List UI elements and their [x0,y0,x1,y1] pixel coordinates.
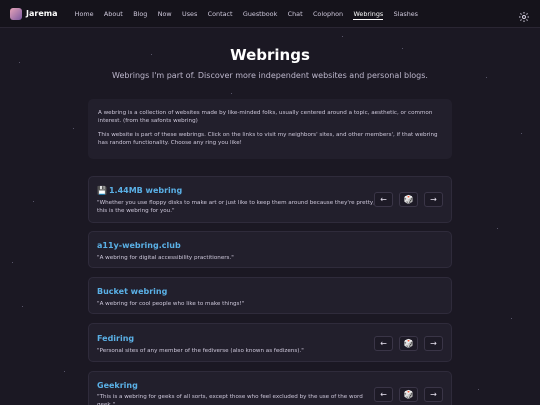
intro-paragraph-2: This website is part of these webrings. … [98,132,438,146]
nav-link-blog[interactable]: Blog [128,0,153,28]
previous-site-button[interactable]: ← [374,192,393,207]
webring-controls: ← 🎲 → [374,336,443,351]
random-site-button[interactable]: 🎲 [399,192,418,207]
nav-link-now[interactable]: Now [153,0,177,28]
nav-link-slashes[interactable]: Slashes [388,0,423,28]
nav-link-contact[interactable]: Contact [202,0,237,28]
nav-link-chat[interactable]: Chat [282,0,307,28]
page-title: Webrings [230,46,310,64]
nav-link-guestbook[interactable]: Guestbook [238,0,283,28]
webring-card: Bucket webring "A webring for cool peopl… [88,277,452,314]
webring-link[interactable]: Fediring [97,334,134,343]
previous-site-button[interactable]: ← [374,336,393,351]
webring-description: "Personal sites of any member of the fed… [97,348,304,354]
site-brand[interactable]: Jarema [10,7,58,20]
nav-link-colophon[interactable]: Colophon [308,0,349,28]
nav-link-about[interactable]: About [99,0,128,28]
webring-card: 💾 1.44MB webring "Whether you use floppy … [88,176,452,223]
gear-icon[interactable] [518,8,530,22]
webring-description: "A webring for digital accessibility pra… [97,255,234,261]
site-name: Jarema [26,9,58,18]
webring-description: "Whether you use floppy disks to make ar… [97,200,375,214]
next-site-button[interactable]: → [424,336,443,351]
webring-card: Geekring "This is a webring for geeks of… [88,371,452,405]
intro-paragraph-1: A webring is a collection of websites ma… [98,110,433,124]
nav-link-webrings[interactable]: Webrings [348,0,388,28]
webring-card: Fediring "Personal sites of any member o… [88,323,452,362]
webring-link[interactable]: a11y-webring.club [97,241,181,250]
webring-title: 💾 1.44MB webring [97,186,182,195]
webring-controls: ← 🎲 → [374,192,443,207]
intro-box: A webring is a collection of websites ma… [88,99,452,159]
random-site-button[interactable]: 🎲 [399,387,418,402]
random-site-button[interactable]: 🎲 [399,336,418,351]
next-site-button[interactable]: → [424,192,443,207]
previous-site-button[interactable]: ← [374,387,393,402]
page-subtitle: Webrings I'm part of. Discover more inde… [112,71,428,80]
webring-controls: ← 🎲 → [374,387,443,402]
webring-link[interactable]: Geekring [97,381,138,390]
webring-link[interactable]: 1.44MB webring [109,186,182,195]
webring-card: a11y-webring.club "A webring for digital… [88,231,452,268]
floppy-disk-icon: 💾 [97,186,107,195]
nav-link-home[interactable]: Home [69,0,98,28]
nav-link-uses[interactable]: Uses [177,0,203,28]
nav-links: Home About Blog Now Uses Contact Guestbo… [69,0,423,28]
avatar [10,7,22,20]
top-navigation-bar: Jarema Home About Blog Now Uses Contact … [0,0,540,28]
webring-link[interactable]: Bucket webring [97,287,167,296]
webring-description: "This is a webring for geeks of all sort… [97,394,363,405]
next-site-button[interactable]: → [424,387,443,402]
webring-description: "A webring for cool people who like to m… [97,301,245,307]
